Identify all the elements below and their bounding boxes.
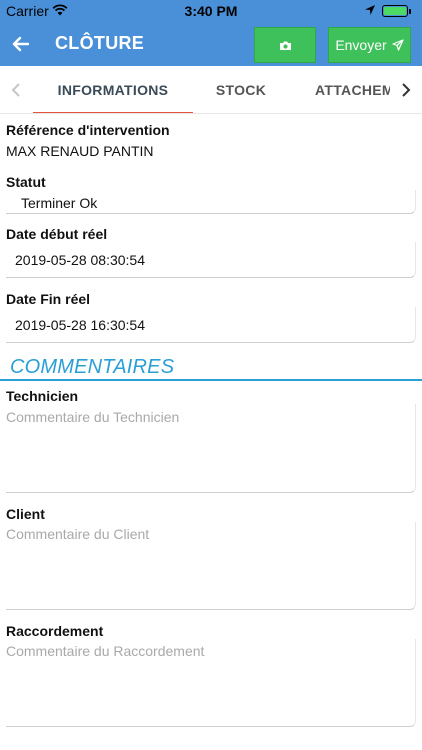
send-icon [392, 39, 404, 51]
section-divider [0, 379, 422, 381]
chevron-right-icon [402, 83, 411, 97]
client-placeholder: Commentaire du Client [6, 526, 150, 542]
status-label: Statut [6, 174, 46, 190]
page-title: CLÔTURE [55, 33, 145, 53]
tabs-scroll-right-button[interactable] [396, 80, 416, 100]
comments-section-title: COMMENTAIRES [10, 356, 175, 378]
tab-bar: INFORMATIONS STOCK ATTACHEMENT [0, 66, 422, 114]
client-label: Client [6, 506, 45, 522]
tab-informations[interactable]: INFORMATIONS [33, 66, 193, 113]
chevron-left-icon [11, 83, 20, 97]
tab-stock[interactable]: STOCK [196, 66, 286, 113]
back-button[interactable] [4, 28, 36, 60]
start-date-value: 2019-05-28 08:30:54 [15, 252, 145, 268]
raccordement-label: Raccordement [6, 623, 104, 639]
end-date-value: 2019-05-28 16:30:54 [15, 317, 145, 333]
status-bar: Carrier 3:40 PM [0, 0, 422, 22]
technicien-placeholder: Commentaire du Technicien [6, 409, 180, 425]
tab-attachement[interactable]: ATTACHEMENT [306, 66, 390, 113]
tabs-scroll-left-button[interactable] [6, 80, 26, 100]
camera-button[interactable] [254, 27, 316, 63]
technicien-label: Technicien [6, 388, 79, 404]
raccordement-placeholder: Commentaire du Raccordement [6, 643, 205, 659]
status-value: Terminer Ok [21, 195, 98, 211]
send-button-label: Envoyer [335, 37, 387, 53]
send-button[interactable]: Envoyer [328, 27, 411, 63]
battery-icon [382, 5, 408, 17]
start-date-label: Date début réel [6, 226, 108, 242]
status-time: 3:40 PM [184, 3, 238, 19]
end-date-label: Date Fin réel [6, 291, 91, 307]
reference-label: Référence d'intervention [6, 122, 170, 138]
back-arrow-icon [12, 36, 29, 52]
reference-value: MAX RENAUD PANTIN [6, 143, 154, 159]
battery-cap [409, 9, 411, 14]
location-arrow-icon [365, 5, 375, 15]
camera-icon [279, 41, 291, 50]
